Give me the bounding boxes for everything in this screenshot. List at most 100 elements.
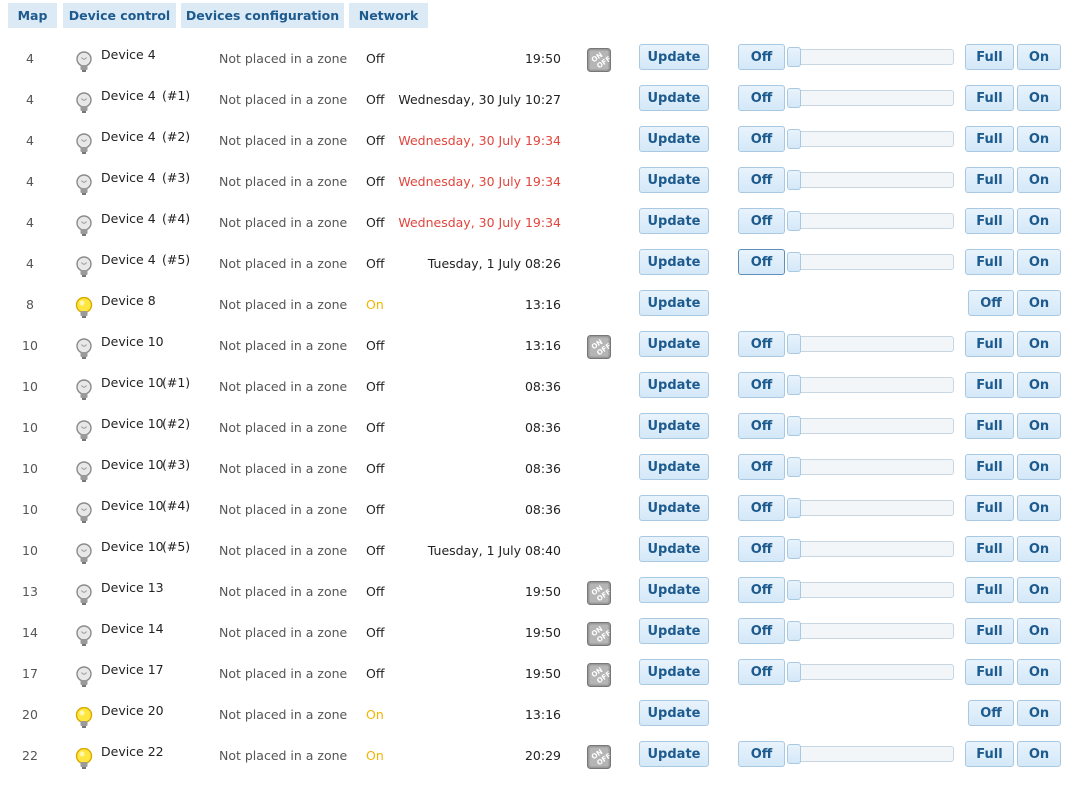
device-name[interactable]: Device 20: [101, 694, 164, 728]
off-button[interactable]: Off: [738, 413, 785, 439]
device-name[interactable]: Device 17: [101, 653, 164, 687]
dimmer-slider[interactable]: [787, 170, 954, 190]
slider-handle[interactable]: [787, 457, 801, 477]
update-button[interactable]: Update: [639, 577, 709, 603]
dimmer-slider[interactable]: [787, 457, 954, 477]
on-button[interactable]: On: [1017, 85, 1061, 111]
device-name[interactable]: Device 4: [101, 79, 156, 113]
device-name[interactable]: Device 4: [101, 120, 156, 154]
full-button[interactable]: Full: [965, 249, 1014, 275]
on-button[interactable]: On: [1017, 44, 1061, 70]
on-button[interactable]: On: [1017, 659, 1061, 685]
full-button[interactable]: Full: [965, 659, 1014, 685]
off-button[interactable]: Off: [738, 126, 785, 152]
tab-map[interactable]: Map: [8, 3, 57, 28]
update-button[interactable]: Update: [639, 413, 709, 439]
off-button[interactable]: Off: [738, 454, 785, 480]
full-button[interactable]: Full: [965, 331, 1014, 357]
on-button[interactable]: On: [1017, 413, 1061, 439]
update-button[interactable]: Update: [639, 741, 709, 767]
update-button[interactable]: Update: [639, 495, 709, 521]
dimmer-slider[interactable]: [787, 621, 954, 641]
slider-handle[interactable]: [787, 539, 801, 559]
off-button[interactable]: Off: [738, 372, 785, 398]
tab-devices-configuration[interactable]: Devices configuration: [181, 3, 344, 28]
slider-handle[interactable]: [787, 129, 801, 149]
update-button[interactable]: Update: [639, 536, 709, 562]
slider-handle[interactable]: [787, 334, 801, 354]
slider-handle[interactable]: [787, 47, 801, 67]
update-button[interactable]: Update: [639, 208, 709, 234]
device-name[interactable]: Device 4: [101, 38, 156, 72]
off-button[interactable]: Off: [738, 167, 785, 193]
off-button[interactable]: Off: [738, 208, 785, 234]
update-button[interactable]: Update: [639, 167, 709, 193]
update-button[interactable]: Update: [639, 249, 709, 275]
on-button[interactable]: On: [1017, 290, 1061, 316]
off-button[interactable]: Off: [738, 618, 785, 644]
update-button[interactable]: Update: [639, 454, 709, 480]
slider-handle[interactable]: [787, 375, 801, 395]
update-button[interactable]: Update: [639, 290, 709, 316]
off-button[interactable]: Off: [738, 741, 785, 767]
slider-handle[interactable]: [787, 621, 801, 641]
off-button[interactable]: Off: [738, 249, 785, 275]
device-name[interactable]: Device 13: [101, 571, 164, 605]
device-name[interactable]: Device 4: [101, 202, 156, 236]
off-button[interactable]: Off: [968, 290, 1014, 316]
dimmer-slider[interactable]: [787, 334, 954, 354]
on-button[interactable]: On: [1017, 700, 1061, 726]
off-button[interactable]: Off: [738, 495, 785, 521]
dimmer-slider[interactable]: [787, 88, 954, 108]
off-button[interactable]: Off: [738, 659, 785, 685]
dimmer-slider[interactable]: [787, 211, 954, 231]
on-button[interactable]: On: [1017, 167, 1061, 193]
on-button[interactable]: On: [1017, 208, 1061, 234]
slider-handle[interactable]: [787, 580, 801, 600]
dimmer-slider[interactable]: [787, 580, 954, 600]
update-button[interactable]: Update: [639, 44, 709, 70]
device-name[interactable]: Device 8: [101, 284, 156, 318]
device-name[interactable]: Device 4: [101, 243, 156, 277]
dimmer-slider[interactable]: [787, 498, 954, 518]
full-button[interactable]: Full: [965, 536, 1014, 562]
on-button[interactable]: On: [1017, 577, 1061, 603]
slider-handle[interactable]: [787, 498, 801, 518]
device-name[interactable]: Device 10: [101, 489, 164, 523]
update-button[interactable]: Update: [639, 372, 709, 398]
on-button[interactable]: On: [1017, 618, 1061, 644]
off-button[interactable]: Off: [738, 85, 785, 111]
dimmer-slider[interactable]: [787, 416, 954, 436]
off-button[interactable]: Off: [738, 577, 785, 603]
off-button[interactable]: Off: [738, 331, 785, 357]
on-button[interactable]: On: [1017, 741, 1061, 767]
update-button[interactable]: Update: [639, 331, 709, 357]
full-button[interactable]: Full: [965, 413, 1014, 439]
dimmer-slider[interactable]: [787, 252, 954, 272]
tab-network[interactable]: Network: [349, 3, 428, 28]
full-button[interactable]: Full: [965, 44, 1014, 70]
on-button[interactable]: On: [1017, 536, 1061, 562]
update-button[interactable]: Update: [639, 659, 709, 685]
dimmer-slider[interactable]: [787, 662, 954, 682]
slider-handle[interactable]: [787, 88, 801, 108]
on-button[interactable]: On: [1017, 331, 1061, 357]
full-button[interactable]: Full: [965, 167, 1014, 193]
full-button[interactable]: Full: [965, 577, 1014, 603]
dimmer-slider[interactable]: [787, 539, 954, 559]
full-button[interactable]: Full: [965, 126, 1014, 152]
dimmer-slider[interactable]: [787, 744, 954, 764]
update-button[interactable]: Update: [639, 700, 709, 726]
slider-handle[interactable]: [787, 170, 801, 190]
on-button[interactable]: On: [1017, 249, 1061, 275]
slider-handle[interactable]: [787, 416, 801, 436]
full-button[interactable]: Full: [965, 85, 1014, 111]
full-button[interactable]: Full: [965, 495, 1014, 521]
update-button[interactable]: Update: [639, 85, 709, 111]
device-name[interactable]: Device 10: [101, 448, 164, 482]
update-button[interactable]: Update: [639, 618, 709, 644]
on-button[interactable]: On: [1017, 372, 1061, 398]
off-button[interactable]: Off: [738, 44, 785, 70]
full-button[interactable]: Full: [965, 741, 1014, 767]
device-name[interactable]: Device 10: [101, 325, 164, 359]
